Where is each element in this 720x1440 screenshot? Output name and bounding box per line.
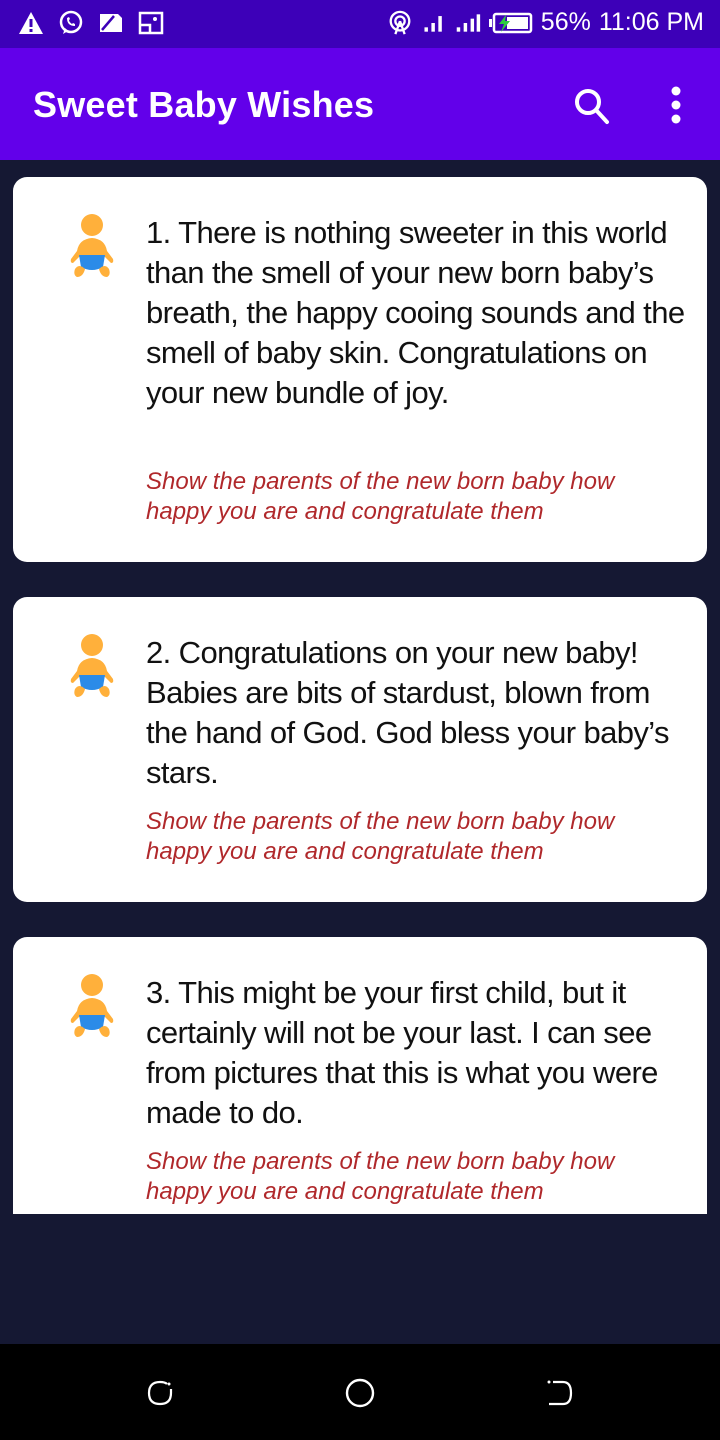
- hotspot-icon: [387, 10, 413, 36]
- app-title: Sweet Baby Wishes: [33, 84, 375, 125]
- wish-text: 1. There is nothing sweeter in this worl…: [146, 215, 685, 410]
- app-bar: Sweet Baby Wishes: [0, 48, 720, 160]
- signal-icon-1: [421, 10, 447, 36]
- home-icon: [345, 1378, 375, 1408]
- recents-button[interactable]: [143, 1376, 177, 1410]
- system-nav-bar: [0, 1344, 720, 1440]
- wish-card[interactable]: 2. Congratulations on your new baby! Bab…: [13, 597, 707, 902]
- wish-subtitle: Show the parents of the new born baby ho…: [146, 808, 615, 865]
- home-button[interactable]: [343, 1376, 377, 1410]
- baby-icon: [70, 214, 114, 277]
- whatsapp-icon: [58, 10, 84, 36]
- wish-card[interactable]: 1. There is nothing sweeter in this worl…: [13, 177, 707, 562]
- search-button[interactable]: [570, 84, 614, 128]
- more-options-button[interactable]: [656, 84, 696, 128]
- wish-subtitle: Show the parents of the new born baby ho…: [146, 468, 615, 525]
- battery-percentage: 56%: [540, 8, 591, 36]
- wish-text: 2. Congratulations on your new baby! Bab…: [146, 635, 670, 790]
- search-icon: [575, 89, 609, 124]
- wishes-list[interactable]: 1. There is nothing sweeter in this worl…: [0, 160, 720, 1214]
- status-bar: 56% 11:06 PM: [0, 0, 720, 48]
- wish-text: 3. This might be your first child, but i…: [146, 975, 658, 1130]
- back-icon: [547, 1380, 573, 1406]
- signal-icon-2: [455, 10, 481, 36]
- more-vert-icon: [671, 86, 681, 124]
- battery-charging-icon: [488, 10, 533, 36]
- recents-icon: [147, 1380, 173, 1406]
- wish-card[interactable]: 3. This might be your first child, but i…: [13, 937, 707, 1214]
- sim-card-icon: [98, 10, 124, 36]
- baby-icon: [70, 974, 114, 1037]
- screenshot-icon: [138, 10, 164, 36]
- wish-subtitle: Show the parents of the new born baby ho…: [146, 1148, 615, 1205]
- warning-icon: [18, 10, 44, 36]
- clock: 11:06 PM: [598, 8, 704, 36]
- back-button[interactable]: [543, 1376, 577, 1410]
- baby-icon: [70, 634, 114, 697]
